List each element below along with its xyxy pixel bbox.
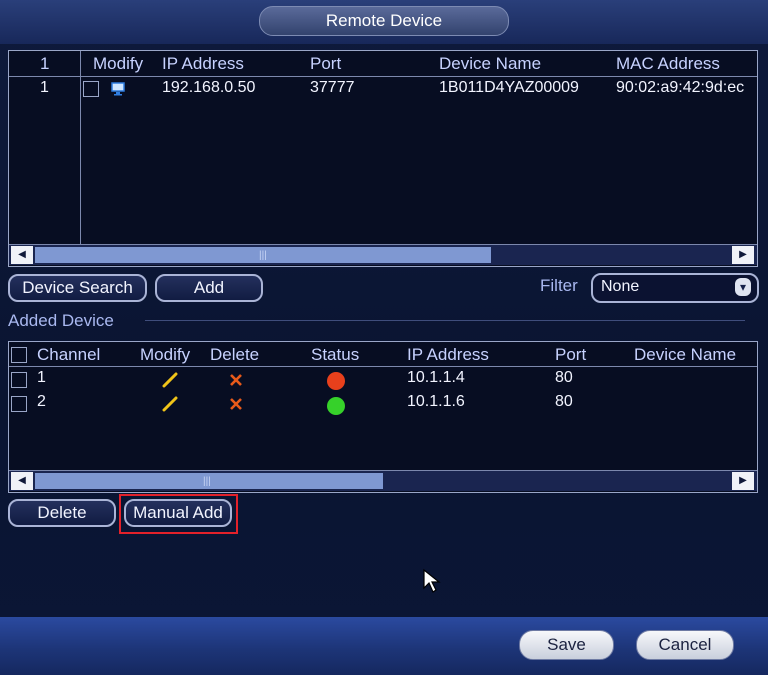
section-divider (145, 320, 745, 321)
table-row[interactable]: 1 10.1.1.4 80 (9, 368, 757, 392)
add-button[interactable]: Add (155, 274, 263, 302)
row-ip: 10.1.1.4 (407, 369, 465, 386)
status-indicator-online (327, 397, 345, 415)
thumb-grip: ||| (259, 250, 267, 261)
table-row[interactable]: 2 10.1.1.6 80 (9, 392, 757, 416)
header-mac-address[interactable]: MAC Address (616, 54, 720, 74)
triangle-right-icon[interactable]: ▶ (732, 472, 754, 490)
triangle-right-icon[interactable]: ▶ (732, 246, 754, 264)
row-device-name: 1B011D4YAZ00009 (439, 79, 579, 96)
table-row[interactable]: 1 192.168.0.50 37777 1B011D4YAZ00009 90:… (9, 78, 757, 100)
header-device-name[interactable]: Device Name (634, 345, 736, 365)
header-divider (9, 366, 757, 367)
scroll-thumb[interactable]: ||| (35, 247, 491, 263)
row-select-checkbox[interactable] (83, 81, 99, 97)
scroll-thumb[interactable]: ||| (35, 473, 383, 489)
header-port[interactable]: Port (310, 54, 341, 74)
filter-value: None (601, 278, 640, 295)
row-ip: 192.168.0.50 (162, 79, 256, 96)
header-status[interactable]: Status (311, 345, 359, 365)
mouse-pointer-icon (423, 568, 441, 593)
row-channel: 1 (37, 369, 46, 386)
row-port: 80 (555, 393, 573, 410)
row-port: 37777 (310, 79, 355, 96)
save-button[interactable]: Save (519, 630, 614, 660)
cancel-button[interactable]: Cancel (636, 630, 734, 660)
status-indicator-offline (327, 372, 345, 390)
header-modify: Modify (140, 345, 191, 364)
search-results-table: 1 Modify IP Address Port Device Name MAC… (8, 50, 758, 267)
header-channel[interactable]: Channel (37, 345, 100, 365)
x-icon[interactable] (229, 373, 243, 387)
filter-label: Filter (540, 276, 578, 295)
thumb-grip: ||| (203, 476, 211, 487)
triangle-left-icon[interactable]: ◀ (11, 246, 33, 264)
monitor-icon[interactable] (110, 82, 126, 96)
select-all-checkbox[interactable] (11, 347, 27, 363)
row-ip: 10.1.1.6 (407, 393, 465, 410)
header-ip-address[interactable]: IP Address (162, 54, 244, 74)
row-port: 80 (555, 369, 573, 386)
pencil-icon[interactable] (162, 372, 178, 388)
row-select-checkbox[interactable] (11, 396, 27, 412)
added-table-scrollbar[interactable]: ◀ ||| ▶ (9, 470, 757, 491)
header-device-name[interactable]: Device Name (439, 54, 541, 74)
manual-add-button[interactable]: Manual Add (124, 499, 232, 527)
search-table-scrollbar[interactable]: ◀ ||| ▶ (9, 244, 757, 265)
header-port[interactable]: Port (555, 345, 586, 365)
header-ip-address[interactable]: IP Address (407, 345, 489, 365)
device-search-button[interactable]: Device Search (8, 274, 147, 302)
header-delete: Delete (210, 345, 260, 364)
header-divider (9, 76, 757, 77)
header-index: 1 (40, 54, 50, 73)
chevron-down-icon[interactable]: ▾ (735, 278, 751, 296)
row-mac-clip: 90:02:a9:42:9d:ec (616, 79, 756, 97)
delete-button[interactable]: Delete (8, 499, 116, 527)
x-icon[interactable] (229, 397, 243, 411)
window-title: Remote Device (259, 6, 509, 36)
added-device-section-title: Added Device (8, 311, 114, 330)
row-index: 1 (40, 79, 49, 96)
filter-select[interactable]: None ▾ (591, 273, 759, 303)
row-mac: 90:02:a9:42:9d:ec (616, 79, 745, 96)
remote-device-window: Remote Device 1 Modify IP Address Port D… (0, 0, 768, 675)
added-device-table: Channel Modify Delete Status IP Address … (8, 341, 758, 493)
triangle-left-icon[interactable]: ◀ (11, 472, 33, 490)
pencil-icon[interactable] (162, 396, 178, 412)
row-channel: 2 (37, 393, 46, 410)
header-modify: Modify (93, 54, 144, 73)
row-select-checkbox[interactable] (11, 372, 27, 388)
